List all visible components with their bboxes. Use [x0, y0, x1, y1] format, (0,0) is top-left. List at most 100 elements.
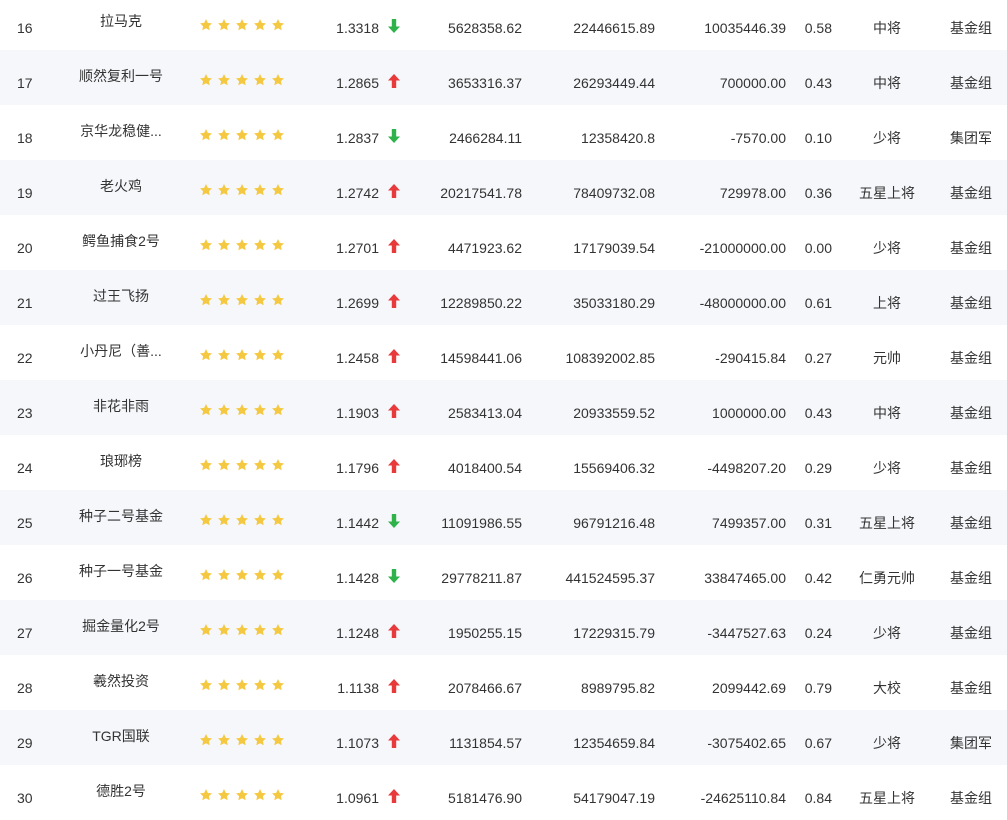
table-row[interactable]: 26 种子一号基金 1.1428 29778211.87 441524595.37 338…: [0, 545, 1007, 600]
star-icon: [235, 458, 249, 472]
fund-name-link[interactable]: 羲然投资: [70, 673, 172, 689]
rank-cell: 24: [17, 460, 33, 476]
star-rating: [199, 733, 289, 749]
rank-cell: 26: [17, 570, 33, 586]
star-icon: [217, 788, 231, 802]
nav-value: 1.1796: [336, 460, 379, 476]
table-row[interactable]: 25 种子二号基金 1.1442 11091986.55 96791216.48 7499…: [0, 490, 1007, 545]
ratio-cell: 0.84: [804, 790, 832, 806]
star-icon: [235, 128, 249, 142]
fund-name-link[interactable]: 非花非雨: [70, 398, 172, 414]
rank-cell: 17: [17, 75, 33, 91]
value-cell-1: 2078466.67: [448, 680, 522, 696]
star-icon: [199, 733, 213, 747]
table-row[interactable]: 24 琅琊榜 1.1796 4018400.54 15569406.32 -4498207…: [0, 435, 1007, 490]
value-cell-3: 7499357.00: [712, 515, 786, 531]
star-icon: [235, 348, 249, 362]
table-row[interactable]: 27 掘金量化2号 1.1248 1950255.15 17229315.79 -3447…: [0, 600, 1007, 655]
star-icon: [235, 513, 249, 527]
value-cell-3: -3075402.65: [707, 735, 786, 751]
star-icon: [199, 348, 213, 362]
table-row[interactable]: 20 鳄鱼捕食2号 1.2701 4471923.62 17179039.54 -2100…: [0, 215, 1007, 270]
table-row[interactable]: 23 非花非雨 1.1903 2583413.04 20933559.52 1000000…: [0, 380, 1007, 435]
fund-name-link[interactable]: 过王飞扬: [70, 288, 172, 304]
star-icon: [271, 73, 285, 87]
arrow-up-icon: [388, 734, 402, 750]
star-icon: [199, 513, 213, 527]
table-row[interactable]: 18 京华龙稳健... 1.2837 2466284.11 12358420.8 -757…: [0, 105, 1007, 160]
star-icon: [199, 18, 213, 32]
fund-name-link[interactable]: 德胜2号: [70, 783, 172, 799]
table-row[interactable]: 22 小丹尼（善... 1.2458 14598441.06 108392002.85 -…: [0, 325, 1007, 380]
fund-name-link[interactable]: 小丹尼（善...: [70, 343, 172, 359]
group-cell: 基金组: [950, 20, 992, 36]
ratio-cell: 0.24: [804, 625, 832, 641]
table-row[interactable]: 17 顺然复利一号 1.2865 3653316.37 26293449.44 70000…: [0, 50, 1007, 105]
star-icon: [217, 128, 231, 142]
ratio-cell: 0.58: [804, 20, 832, 36]
star-icon: [217, 73, 231, 87]
star-icon: [199, 678, 213, 692]
fund-name-link[interactable]: 老火鸡: [70, 178, 172, 194]
star-icon: [235, 73, 249, 87]
star-icon: [271, 623, 285, 637]
table-row[interactable]: 19 老火鸡 1.2742 20217541.78 78409732.08 729978.…: [0, 160, 1007, 215]
table-row[interactable]: 29 TGR国联 1.1073 1131854.57 12354659.84 -30754…: [0, 710, 1007, 765]
fund-name-link[interactable]: 种子一号基金: [70, 563, 172, 579]
value-cell-3: 1000000.00: [712, 405, 786, 421]
rank-title-cell: 中将: [873, 20, 901, 36]
fund-name-link[interactable]: TGR国联: [70, 728, 172, 744]
fund-name-link[interactable]: 掘金量化2号: [70, 618, 172, 634]
value-cell-1: 5181476.90: [448, 790, 522, 806]
fund-name-link[interactable]: 种子二号基金: [70, 508, 172, 524]
nav-value: 1.1248: [336, 625, 379, 641]
star-icon: [199, 788, 213, 802]
value-cell-2: 54179047.19: [573, 790, 655, 806]
nav-value: 1.0961: [336, 790, 379, 806]
fund-name-link[interactable]: 顺然复利一号: [70, 68, 172, 84]
group-cell: 集团军: [950, 735, 992, 751]
rank-cell: 20: [17, 240, 33, 256]
arrow-up-icon: [388, 74, 402, 90]
group-cell: 基金组: [950, 790, 992, 806]
rank-title-cell: 五星上将: [859, 790, 915, 806]
table-row[interactable]: 30 德胜2号 1.0961 5181476.90 54179047.19 -246251…: [0, 765, 1007, 820]
value-cell-3: -7570.00: [730, 130, 786, 146]
star-icon: [271, 183, 285, 197]
rank-title-cell: 上将: [873, 295, 901, 311]
star-icon: [217, 513, 231, 527]
nav-value: 1.3318: [336, 20, 379, 36]
fund-name-link[interactable]: 京华龙稳健...: [70, 123, 172, 139]
star-icon: [217, 458, 231, 472]
fund-name-link[interactable]: 鳄鱼捕食2号: [70, 233, 172, 249]
star-rating: [199, 128, 289, 144]
table-row[interactable]: 28 羲然投资 1.1138 2078466.67 8989795.82 2099442.…: [0, 655, 1007, 710]
value-cell-1: 14598441.06: [440, 350, 522, 366]
ratio-cell: 0.31: [804, 515, 832, 531]
star-rating: [199, 183, 289, 199]
value-cell-3: 10035446.39: [704, 20, 786, 36]
rank-cell: 28: [17, 680, 33, 696]
star-icon: [199, 73, 213, 87]
star-icon: [235, 238, 249, 252]
rank-title-cell: 少将: [873, 735, 901, 751]
value-cell-2: 78409732.08: [573, 185, 655, 201]
fund-name-link[interactable]: 琅琊榜: [70, 453, 172, 469]
star-icon: [253, 623, 267, 637]
star-icon: [253, 403, 267, 417]
star-icon: [253, 348, 267, 362]
star-icon: [217, 403, 231, 417]
arrow-up-icon: [388, 679, 402, 695]
fund-name-link[interactable]: 拉马克: [70, 13, 172, 29]
star-icon: [271, 128, 285, 142]
star-icon: [271, 788, 285, 802]
table-row[interactable]: 16 拉马克 1.3318 5628358.62 22446615.89 10035446…: [0, 0, 1007, 50]
ratio-cell: 0.27: [804, 350, 832, 366]
rank-cell: 23: [17, 405, 33, 421]
arrow-down-icon: [388, 19, 402, 35]
star-icon: [253, 788, 267, 802]
arrow-up-icon: [388, 459, 402, 475]
star-icon: [271, 293, 285, 307]
star-icon: [253, 733, 267, 747]
table-row[interactable]: 21 过王飞扬 1.2699 12289850.22 35033180.29 -48000…: [0, 270, 1007, 325]
